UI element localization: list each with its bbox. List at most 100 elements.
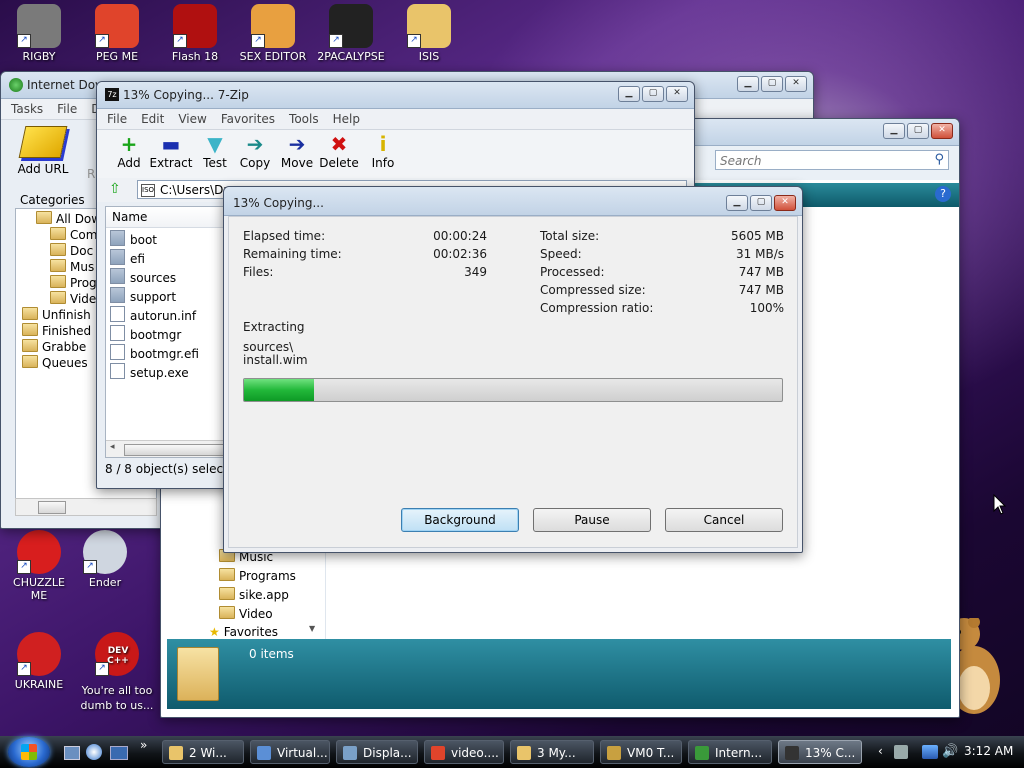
toolbar-extract-button[interactable]: ▬ Extract: [149, 132, 193, 170]
menu-item[interactable]: View: [178, 112, 206, 126]
desktop-icon[interactable]: ↗ DEV C++: [82, 632, 152, 678]
shortcut-arrow-icon: ↗: [17, 34, 31, 48]
quicklaunch-area: »: [64, 738, 154, 762]
close-button[interactable]: ✕: [931, 123, 953, 139]
file-list-item[interactable]: autorun.inf: [110, 306, 196, 323]
taskbar-item[interactable]: Displa...: [336, 740, 418, 764]
menu-item[interactable]: Tools: [289, 112, 319, 126]
file-list-item[interactable]: support: [110, 287, 176, 304]
category-tree-item[interactable]: Finished: [22, 323, 91, 338]
minimize-button[interactable]: ▁: [726, 195, 748, 211]
toolbar-test-button[interactable]: ▼ Test: [193, 132, 237, 170]
toolbar-copy-button[interactable]: ➔ Copy: [233, 132, 277, 170]
close-button[interactable]: ✕: [666, 86, 688, 102]
quicklaunch-more-icon[interactable]: »: [140, 738, 147, 752]
taskbar-item[interactable]: VM0 T...: [600, 740, 682, 764]
copy-progress-dialog[interactable]: 13% Copying... ▁ ▢ ✕ Elapsed time: 00:00…: [223, 186, 803, 553]
minimize-button[interactable]: ▁: [883, 123, 905, 139]
minimize-button[interactable]: ▁: [737, 76, 759, 92]
menu-item[interactable]: Favorites: [221, 112, 275, 126]
network-icon[interactable]: [922, 745, 938, 759]
folder-icon: [50, 227, 66, 240]
taskbar-item[interactable]: Virtual...: [250, 740, 330, 764]
taskbar-item[interactable]: video....: [424, 740, 504, 764]
clock[interactable]: 3:12 AM: [964, 744, 1013, 758]
maximize-button[interactable]: ▢: [761, 76, 783, 92]
menu-item[interactable]: File: [107, 112, 127, 126]
file-list-item[interactable]: boot: [110, 230, 157, 247]
category-tree-item[interactable]: Doc: [50, 243, 93, 258]
desktop-icon[interactable]: ↗ 2PACALYPSE: [316, 4, 386, 63]
category-tree-item[interactable]: All Dow: [36, 211, 101, 226]
close-button[interactable]: ✕: [785, 76, 807, 92]
pause-button[interactable]: Pause: [533, 508, 651, 532]
progress-titlebar[interactable]: 13% Copying... ▁ ▢ ✕: [224, 187, 802, 216]
taskbar-item[interactable]: 3 My...: [510, 740, 594, 764]
search-input[interactable]: Search ⚲: [715, 150, 949, 170]
total-size-value: 5605 MB: [731, 229, 784, 243]
tray-expand-icon[interactable]: ‹: [878, 744, 883, 758]
cancel-button[interactable]: Cancel: [665, 508, 783, 532]
minimize-button[interactable]: ▁: [618, 86, 640, 102]
menu-item[interactable]: Edit: [141, 112, 164, 126]
nav-favorites[interactable]: ★ Favorites: [209, 625, 278, 639]
category-tree-item[interactable]: Mus: [50, 259, 94, 274]
category-tree-item[interactable]: Grabbe: [22, 339, 86, 354]
tray-app-icon[interactable]: [894, 745, 908, 759]
desktop-icon[interactable]: ↗ UKRAINE: [4, 632, 74, 691]
toolbar-move-button[interactable]: ➔ Move: [275, 132, 319, 170]
background-button[interactable]: Background: [401, 508, 519, 532]
nav-folder-item[interactable]: sike.app: [219, 587, 289, 602]
nav-folder-item[interactable]: Programs: [219, 568, 296, 583]
menu-item[interactable]: Tasks: [11, 102, 43, 116]
up-folder-icon[interactable]: ⇧: [109, 181, 121, 197]
desktop-icon[interactable]: ↗ Flash 18: [160, 4, 230, 63]
category-tree-item[interactable]: Queues: [22, 355, 88, 370]
category-tree-item[interactable]: Unfinish: [22, 307, 91, 322]
file-list-item[interactable]: bootmgr: [110, 325, 181, 342]
category-tree-item[interactable]: Com: [50, 227, 97, 242]
file-list-item[interactable]: bootmgr.efi: [110, 344, 199, 361]
monitor-quicklaunch-icon[interactable]: [110, 746, 128, 760]
category-tree-item[interactable]: Vide: [50, 291, 96, 306]
desktop-icon[interactable]: ↗ SEX EDITOR: [238, 4, 308, 63]
maximize-button[interactable]: ▢: [750, 195, 772, 211]
file-list-item[interactable]: efi: [110, 249, 145, 266]
shortcut-arrow-icon: ↗: [173, 34, 187, 48]
sevenzip-titlebar[interactable]: 7z 13% Copying... 7-Zip ▁ ▢ ✕: [97, 82, 694, 109]
file-list-item[interactable]: sources: [110, 268, 176, 285]
toolbar-info-button[interactable]: i Info: [361, 132, 405, 170]
column-header-name[interactable]: Name: [106, 207, 236, 228]
menu-item[interactable]: Help: [333, 112, 360, 126]
desktop-app-icon: ↗: [173, 4, 217, 48]
menu-item[interactable]: File: [57, 102, 77, 116]
maximize-button[interactable]: ▢: [642, 86, 664, 102]
start-button[interactable]: [8, 737, 50, 767]
file-list-hscrollbar[interactable]: ◂: [106, 440, 236, 457]
help-icon[interactable]: ?: [935, 186, 951, 202]
desktop-icon[interactable]: ↗ RIGBY: [4, 4, 74, 63]
show-desktop-icon[interactable]: [64, 746, 80, 760]
category-tree-item[interactable]: Prog: [50, 275, 97, 290]
browser-quicklaunch-icon[interactable]: [86, 744, 102, 760]
taskbar-item[interactable]: Intern...: [688, 740, 772, 764]
idm-tree-hscrollbar[interactable]: [15, 498, 157, 516]
add-url-button[interactable]: Add URL: [13, 122, 73, 182]
maximize-button[interactable]: ▢: [907, 123, 929, 139]
toolbar-add-button[interactable]: + Add: [107, 132, 151, 170]
nav-scroll-down[interactable]: ▼: [309, 624, 321, 636]
taskbar-item[interactable]: 2 Wi...: [162, 740, 244, 764]
taskbar-item[interactable]: 13% C...: [778, 740, 862, 764]
desktop-icon[interactable]: ↗ CHUZZLE ME: [4, 530, 74, 602]
desktop-icon[interactable]: ↗ ISIS: [394, 4, 464, 63]
file-name: setup.exe: [130, 366, 189, 380]
toolbar-label: Copy: [239, 156, 271, 170]
toolbar-delete-button[interactable]: ✖ Delete: [317, 132, 361, 170]
file-list-item[interactable]: setup.exe: [110, 363, 189, 380]
volume-icon[interactable]: 🔊: [942, 744, 958, 759]
idm-app-icon: [9, 78, 23, 92]
desktop-icon[interactable]: ↗ Ender: [70, 530, 140, 589]
nav-folder-item[interactable]: Video: [219, 606, 273, 621]
desktop-icon[interactable]: ↗ PEG ME: [82, 4, 152, 63]
close-button[interactable]: ✕: [774, 195, 796, 211]
